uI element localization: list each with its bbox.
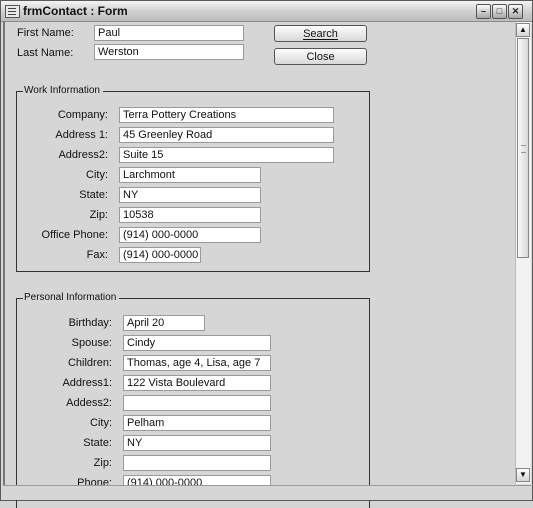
work-state-input[interactable]: NY <box>119 187 261 203</box>
form-window: frmContact : Form – □ ✕ First Name: Paul… <box>0 0 533 508</box>
work-city-label: City: <box>86 169 108 181</box>
home-address2-input[interactable] <box>123 395 271 411</box>
work-information-title: Work Information <box>23 85 103 96</box>
grip-icon <box>521 145 526 153</box>
window-title: frmContact : Form <box>23 4 128 18</box>
last-name-label: Last Name: <box>17 47 74 59</box>
first-name-label: First Name: <box>17 27 74 39</box>
form-bottom-edge <box>3 485 531 500</box>
personal-information-title: Personal Information <box>23 292 120 303</box>
scroll-thumb[interactable] <box>517 38 529 258</box>
home-state-input[interactable]: NY <box>123 435 271 451</box>
children-label: Children: <box>67 357 112 369</box>
scroll-down-icon[interactable]: ▼ <box>516 468 530 482</box>
fax-label: Fax: <box>86 249 108 261</box>
work-address1-label: Address 1: <box>55 129 108 141</box>
work-address2-input[interactable]: Suite 15 <box>119 147 334 163</box>
home-address1-input[interactable]: 122 Vista Boulevard <box>123 375 271 391</box>
birthday-label: Birthday: <box>68 317 112 329</box>
home-city-input[interactable]: Pelham <box>123 415 271 431</box>
birthday-input[interactable]: April 20 <box>123 315 205 331</box>
form-icon <box>5 5 20 18</box>
home-city-label: City: <box>90 417 112 429</box>
work-city-input[interactable]: Larchmont <box>119 167 261 183</box>
search-button-label: Search <box>303 28 338 40</box>
personal-information-group: Personal Information Birthday: April 20 … <box>16 292 370 508</box>
work-address1-input[interactable]: 45 Greenley Road <box>119 127 334 143</box>
vertical-scrollbar[interactable]: ▲ ▼ <box>515 22 531 484</box>
fax-input[interactable]: (914) 000-0000 <box>119 247 201 263</box>
office-phone-label: Office Phone: <box>41 229 108 241</box>
home-address2-label: Addess2: <box>66 397 112 409</box>
title-bar[interactable]: frmContact : Form – □ ✕ <box>1 1 532 22</box>
minimize-button[interactable]: – <box>476 4 491 19</box>
first-name-input[interactable]: Paul <box>94 25 244 41</box>
last-name-input[interactable]: Werston <box>94 44 244 60</box>
scroll-up-icon[interactable]: ▲ <box>516 23 530 37</box>
spouse-input[interactable]: Cindy <box>123 335 271 351</box>
close-window-button[interactable]: ✕ <box>508 4 523 19</box>
spouse-label: Spouse: <box>71 337 112 349</box>
work-address2-label: Address2: <box>58 149 108 161</box>
search-button[interactable]: Search <box>274 25 367 42</box>
children-input[interactable]: Thomas, age 4, Lisa, age 7 <box>123 355 271 371</box>
form-body: First Name: Paul Last Name: Werston Sear… <box>3 22 517 508</box>
home-zip-input[interactable] <box>123 455 271 471</box>
home-zip-label: Zip: <box>93 457 112 469</box>
office-phone-input[interactable]: (914) 000-0000 <box>119 227 261 243</box>
home-address1-label: Address1: <box>62 377 112 389</box>
work-zip-label: Zip: <box>89 209 108 221</box>
close-button-label: Close <box>306 51 335 63</box>
close-button[interactable]: Close <box>274 48 367 65</box>
maximize-button[interactable]: □ <box>492 4 507 19</box>
work-information-group: Work Information Company: Terra Pottery … <box>16 85 370 272</box>
company-label: Company: <box>57 109 108 121</box>
work-zip-input[interactable]: 10538 <box>119 207 261 223</box>
home-state-label: State: <box>83 437 112 449</box>
company-input[interactable]: Terra Pottery Creations <box>119 107 334 123</box>
work-state-label: State: <box>79 189 108 201</box>
